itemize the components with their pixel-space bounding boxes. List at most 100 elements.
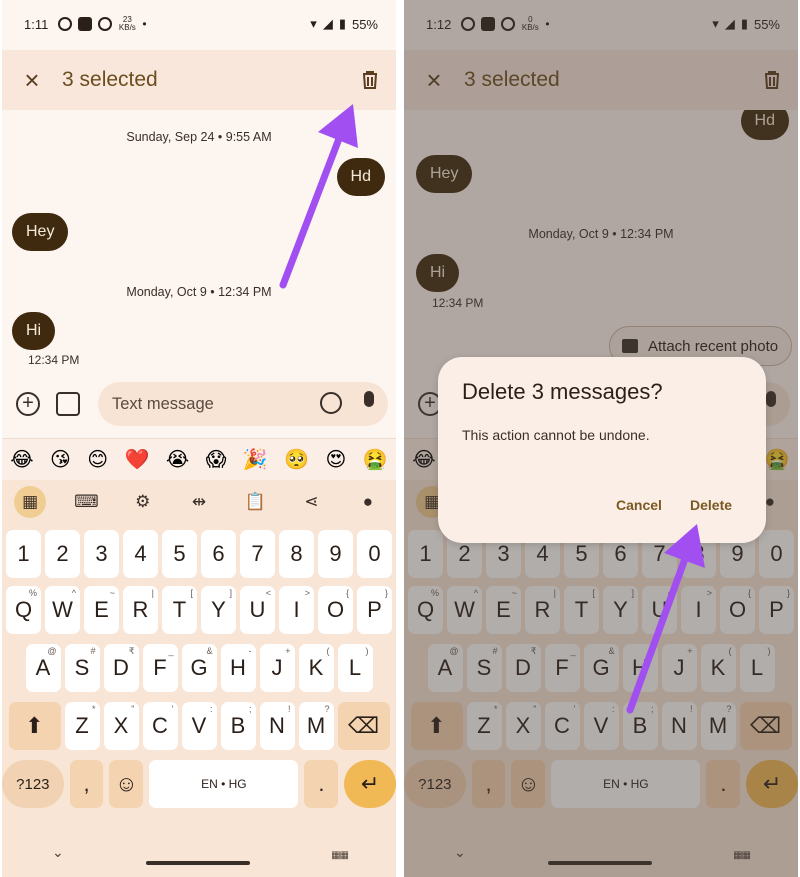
keyboard-switch-icon[interactable]: ▦▦ [331,850,349,861]
enter-key[interactable]: ↵ [344,760,396,808]
key-i[interactable]: > I [279,586,314,634]
key-f[interactable]: _ F [142,644,178,692]
key-q[interactable]: % Q [6,586,41,634]
emoji-suggestion[interactable]: ❤️ [125,447,150,472]
dialog-title: Delete 3 messages? [462,379,663,404]
key-h[interactable]: -H [220,644,256,692]
whatsapp-icon [58,17,73,31]
key-c[interactable]: ' C [142,702,178,750]
backspace-key[interactable]: ⌫ [337,702,390,750]
composer: + Text message [2,380,396,436]
selection-app-bar: × 3 selected [2,50,396,110]
key-s[interactable]: # S [64,644,100,692]
shift-key[interactable]: ⬆ [8,702,61,750]
text-cursor-icon[interactable]: ⇹ [183,486,215,518]
number-row: 1234567890 [2,530,396,578]
comma-key[interactable]: , [69,760,104,808]
chevron-down-icon[interactable]: ⌄ [52,844,64,861]
message-input[interactable]: Text message [98,382,388,426]
signal-icon: ◢ [322,16,333,31]
key-1[interactable]: 1 [6,530,41,578]
emoji-suggestion[interactable]: 😂 [10,447,33,472]
mic-icon[interactable]: ● [352,486,384,518]
battery-percent: 55% [351,16,378,32]
emoji-suggestion[interactable]: 😘 [50,447,71,472]
keyboard-toolbar: ▦ ⌨ ⚙ ⇹ 📋 ⋖ ● [2,480,396,524]
key-u[interactable]: < U [240,586,275,634]
key-n[interactable]: ! N [259,702,295,750]
key-t[interactable]: [T [162,586,197,634]
message-bubble-incoming[interactable]: Hi [12,312,56,350]
key-8[interactable]: 8 [279,530,314,578]
letter-row-1: % Q ^ W ~ E | R[T] Y < U > I{O} P [2,586,396,634]
share-icon[interactable]: ⋖ [296,486,328,518]
emoji-suggestion[interactable]: 🥺 [284,447,309,472]
grid-icon[interactable]: ▦ [14,486,47,518]
key-z[interactable]: * Z [64,702,100,750]
emoji-key[interactable]: ☺ [109,760,144,808]
emoji-icon[interactable] [320,392,342,414]
mic-icon[interactable] [364,391,374,407]
delete-button[interactable]: Delete [690,497,732,513]
emoji-suggestion[interactable]: 🤮 [363,447,388,472]
key-4[interactable]: 4 [123,530,158,578]
conversation: Sunday, Sep 24 • 9:55 AM Hd Hey Monday, … [2,110,396,380]
emoji-suggestion[interactable]: 🎉 [243,447,268,472]
nav-bar: ⌄ ▦▦ [2,833,396,877]
app-notification-icon [78,17,93,31]
message-bubble-incoming[interactable]: Hey [12,213,69,251]
selection-title: 3 selected [62,68,158,91]
key-7[interactable]: 7 [240,530,275,578]
home-indicator[interactable] [146,861,250,865]
wifi-icon: ▾ [310,16,317,31]
emoji-suggestion[interactable]: 😊 [87,447,108,472]
key-o[interactable]: {O [318,586,353,634]
clipboard-icon[interactable]: 📋 [239,486,271,518]
panel-divider [396,0,404,877]
symbols-key[interactable]: ?123 [2,760,64,808]
key-0[interactable]: 0 [357,530,392,578]
key-r[interactable]: | R [123,586,158,634]
key-l[interactable]: ) L [337,644,373,692]
battery-icon: ▮ [338,16,346,31]
message-timestamp: 12:34 PM [28,353,80,367]
key-k[interactable]: (K [298,644,334,692]
key-j[interactable]: + J [259,644,295,692]
keyboard-icon[interactable]: ⌨ [70,486,102,518]
message-bubble-outgoing[interactable]: Hd [336,158,385,196]
gallery-icon[interactable] [56,392,80,416]
screen-left: 1:11 23 KB/s • ▾ ◢ ▮ 55% × 3 selected Sun… [2,0,396,877]
key-e[interactable]: ~ E [84,586,119,634]
key-d[interactable]: ₹ D [103,644,139,692]
date-separator: Sunday, Sep 24 • 9:55 AM [126,130,272,144]
key-y[interactable]: ] Y [201,586,236,634]
add-icon[interactable]: + [16,392,40,416]
space-key[interactable]: EN • HG [149,760,299,808]
key-v[interactable]: :V [181,702,217,750]
dot-icon: • [142,17,147,31]
gear-icon[interactable]: ⚙ [127,486,159,518]
key-g[interactable]: & G [181,644,217,692]
key-m[interactable]: ? M [298,702,334,750]
key-x[interactable]: " X [103,702,139,750]
key-b[interactable]: ; B [220,702,256,750]
cancel-button[interactable]: Cancel [616,497,662,513]
key-a[interactable]: @ A [25,644,61,692]
screen-right: 1:12 0 KB/s • ▾ ◢ ▮ 55% × 3 selected Hd H… [404,0,798,877]
key-9[interactable]: 9 [318,530,353,578]
period-key[interactable]: . [304,760,339,808]
status-time: 1:11 [24,16,49,32]
key-3[interactable]: 3 [84,530,119,578]
emoji-suggestion[interactable]: 😍 [326,447,347,472]
youtube-icon [98,17,113,31]
key-6[interactable]: 6 [201,530,236,578]
trash-icon[interactable] [344,70,396,90]
key-2[interactable]: 2 [45,530,80,578]
emoji-suggestion[interactable]: 😭 [166,447,189,472]
emoji-suggestion[interactable]: 😱 [206,447,227,472]
key-w[interactable]: ^ W [45,586,80,634]
key-5[interactable]: 5 [162,530,197,578]
key-p[interactable]: } P [357,586,392,634]
emoji-suggestions: 😂 😘 😊 ❤️ 😭 😱 🎉 🥺 😍 🤮 [2,438,396,480]
close-icon[interactable]: × [2,65,62,96]
